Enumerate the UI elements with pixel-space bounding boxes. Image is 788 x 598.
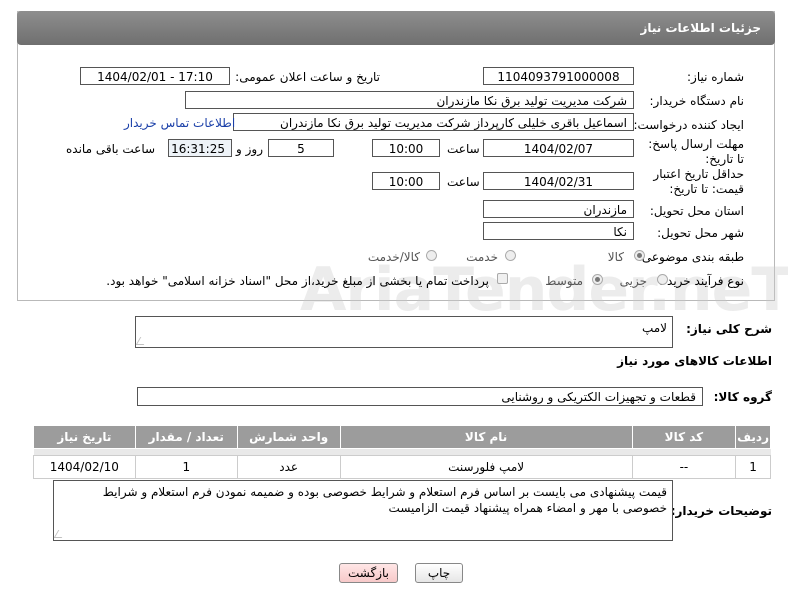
- col-unit: واحد شمارش: [236, 425, 341, 449]
- deadline-time-field: 10:00: [372, 139, 440, 157]
- validity-label: حداقل تاریخ اعتبار قیمت: تا تاریخ:: [653, 167, 744, 196]
- days-field: 5: [268, 139, 334, 157]
- buyer-notes-value: قیمت پیشنهادی می بایست بر اساس فرم استعل…: [102, 485, 667, 515]
- cell-goods-code: --: [631, 455, 737, 479]
- process-medium-radio[interactable]: [592, 274, 603, 285]
- watermark-logo: AriaTender.neT: [300, 255, 788, 325]
- resize-grip-icon: [53, 530, 67, 538]
- category-goods-label: کالا: [607, 250, 624, 264]
- category-goods-service-label: کالا/خدمت: [367, 250, 420, 264]
- city-label: شهر محل تحویل:: [657, 226, 744, 240]
- city-field: نکا: [483, 222, 634, 240]
- goods-group-field: قطعات و تجهیزات الکتریکی و روشنایی: [137, 387, 703, 406]
- buyer-contact-link[interactable]: اطلاعات تماس خریدار: [124, 116, 235, 130]
- treasury-payment-note: پرداخت تمام یا بخشی از مبلغ خرید،از محل …: [106, 274, 489, 288]
- goods-group-label: گروه کالا:: [713, 390, 772, 404]
- col-need-date: تاریخ نیاز: [33, 425, 136, 449]
- print-button[interactable]: چاپ: [415, 563, 463, 583]
- table-spacer: [33, 448, 771, 456]
- remaining-time-field: 16:31:25: [168, 139, 232, 157]
- treasury-payment-checkbox[interactable]: [497, 273, 508, 284]
- deadline-label: مهلت ارسال پاسخ: تا تاریخ:: [648, 137, 744, 166]
- cell-goods-name: لامپ فلورسنت: [339, 455, 633, 479]
- category-goods-service-radio[interactable]: [426, 250, 437, 261]
- buyer-org-label: نام دستگاه خریدار:: [649, 94, 745, 108]
- announce-field: 1404/02/01 - 17:10: [80, 67, 230, 85]
- cell-need-date: 1404/02/10: [33, 455, 136, 479]
- buyer-notes-label: توضیحات خریدار:: [670, 504, 772, 518]
- announce-label: تاریخ و ساعت اعلان عمومی:: [235, 70, 380, 84]
- deadline-date-field: 1404/02/07: [483, 139, 634, 157]
- buyer-notes-textarea: قیمت پیشنهادی می بایست بر اساس فرم استعل…: [53, 480, 673, 541]
- category-goods-radio[interactable]: [634, 250, 645, 261]
- goods-table: ردیف کد کالا نام کالا واحد شمارش تعداد /…: [33, 425, 771, 479]
- creator-field: اسماعیل باقری خلیلی کارپرداز شرکت مدیریت…: [233, 113, 634, 131]
- table-row: 1 -- لامپ فلورسنت عدد 1 1404/02/10: [33, 455, 771, 479]
- need-number-field: 1104093791000008: [483, 67, 634, 85]
- need-number-label: شماره نیاز:: [687, 70, 744, 84]
- buyer-org-field: شرکت مدیریت تولید برق نکا مازندران: [185, 91, 634, 109]
- category-service-label: خدمت: [466, 250, 498, 264]
- category-service-radio[interactable]: [505, 250, 516, 261]
- validity-date-field: 1404/02/31: [483, 172, 634, 190]
- province-label: استان محل تحویل:: [649, 204, 744, 218]
- goods-section-title: اطلاعات کالاهای مورد نیاز: [617, 354, 772, 368]
- category-label: طبقه بندی موضوعی:: [637, 250, 744, 264]
- province-field: مازندران: [483, 200, 634, 218]
- validity-time-label: ساعت: [447, 175, 480, 189]
- cell-quantity: 1: [134, 455, 238, 479]
- cell-unit: عدد: [236, 455, 341, 479]
- col-quantity: تعداد / مقدار: [134, 425, 238, 449]
- back-button[interactable]: بازگشت: [339, 563, 398, 583]
- process-minor-radio[interactable]: [657, 274, 668, 285]
- page-header: جزئیات اطلاعات نیاز: [17, 11, 775, 45]
- validity-time-field: 10:00: [372, 172, 440, 190]
- process-medium-label: متوسط: [545, 274, 583, 288]
- col-goods-code: کد کالا: [631, 425, 737, 449]
- description-textarea: لامپ: [135, 316, 673, 348]
- remaining-label: ساعت باقی مانده: [66, 142, 156, 156]
- resize-grip-icon: [135, 337, 149, 345]
- col-row-number: ردیف: [735, 425, 771, 449]
- col-goods-name: نام کالا: [339, 425, 633, 449]
- page-title: جزئیات اطلاعات نیاز: [640, 21, 761, 35]
- goods-table-header: ردیف کد کالا نام کالا واحد شمارش تعداد /…: [33, 425, 771, 449]
- process-minor-label: جزیی: [619, 274, 647, 288]
- process-label: نوع فرآیند خرید :: [659, 274, 744, 288]
- description-value: لامپ: [641, 321, 667, 335]
- creator-label: ایجاد کننده درخواست:: [633, 118, 744, 132]
- deadline-time-label: ساعت: [447, 142, 480, 156]
- days-label: روز و: [236, 142, 263, 156]
- cell-row-number: 1: [735, 455, 771, 479]
- description-label: شرح کلی نیاز:: [686, 322, 772, 336]
